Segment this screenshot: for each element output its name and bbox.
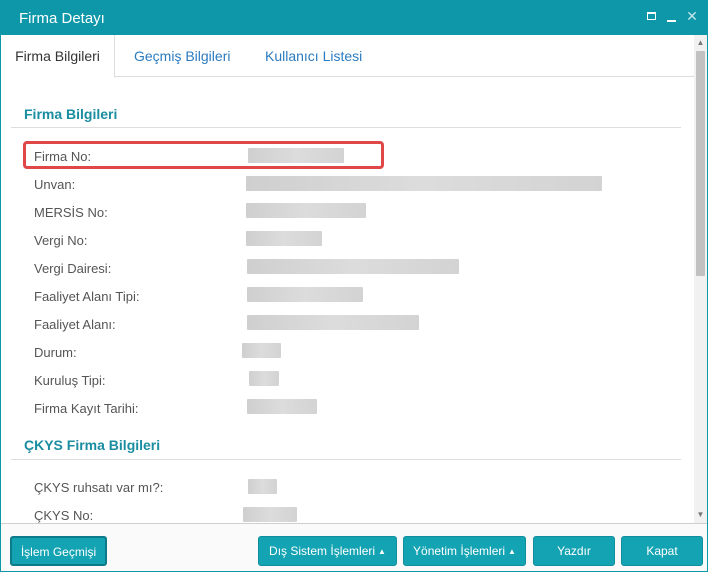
redacted-firma-kayit-tarihi xyxy=(247,399,317,414)
yazdir-button[interactable]: Yazdır xyxy=(533,536,615,566)
redacted-ckys-ruhsat xyxy=(248,479,277,494)
field-label-firma-no: Firma No: xyxy=(34,149,92,164)
section-title-ckys: ÇKYS Firma Bilgileri xyxy=(24,437,161,453)
tab-gecmis-bilgileri[interactable]: Geçmiş Bilgileri xyxy=(134,35,230,77)
dis-sistem-islemleri-button[interactable]: Dış Sistem İşlemleri ▲ xyxy=(258,536,397,566)
redacted-ckys-no xyxy=(243,507,297,522)
redacted-vergi-dairesi xyxy=(247,259,459,274)
field-label-unvan: Unvan: xyxy=(34,177,76,192)
scroll-up-arrow-icon[interactable]: ▲ xyxy=(696,37,705,49)
redacted-faaliyet-alani-tipi xyxy=(247,287,363,302)
caret-up-icon: ▲ xyxy=(378,547,386,556)
window-title: Firma Detayı xyxy=(19,10,105,27)
tab-firma-bilgileri[interactable]: Firma Bilgileri xyxy=(1,35,115,78)
dialog-footer: İşlem Geçmişi Dış Sistem İşlemleri ▲ Yöne… xyxy=(1,523,707,571)
field-label-mersis-no: MERSİS No: xyxy=(34,205,108,220)
caret-up-icon: ▲ xyxy=(508,547,516,556)
field-label-durum: Durum: xyxy=(34,345,77,360)
field-label-faaliyet-alani-tipi: Faaliyet Alanı Tipi: xyxy=(34,289,140,304)
scroll-down-arrow-icon[interactable]: ▼ xyxy=(696,509,705,521)
field-label-ckys-no: ÇKYS No: xyxy=(34,508,94,523)
scroll-thumb[interactable] xyxy=(696,51,705,276)
redacted-vergi-no xyxy=(246,231,322,246)
redacted-firma-no xyxy=(248,148,344,163)
window-titlebar[interactable]: Firma Detayı ✕ xyxy=(1,1,707,35)
maximize-icon[interactable] xyxy=(645,9,659,23)
redacted-durum xyxy=(242,343,281,358)
tab-bar: Firma Bilgileri Geçmiş Bilgileri Kullanı… xyxy=(1,35,694,78)
field-label-vergi-dairesi: Vergi Dairesi: xyxy=(34,261,112,276)
section-divider xyxy=(11,459,681,460)
tab-kullanici-listesi[interactable]: Kullanıcı Listesi xyxy=(265,35,362,77)
redacted-faaliyet-alani xyxy=(247,315,419,330)
redacted-unvan xyxy=(246,176,602,191)
section-divider xyxy=(11,127,681,128)
tab-content: Firma Bilgileri Firma No: Unvan: MERSİS … xyxy=(1,77,694,523)
minimize-icon[interactable] xyxy=(665,9,679,23)
dis-sistem-islemleri-label: Dış Sistem İşlemleri xyxy=(269,544,376,558)
field-label-kurulus-tipi: Kuruluş Tipi: xyxy=(34,373,106,388)
redacted-kurulus-tipi xyxy=(249,371,279,386)
yonetim-islemleri-button[interactable]: Yönetim İşlemleri ▲ xyxy=(403,536,526,566)
close-icon[interactable]: ✕ xyxy=(685,9,699,23)
field-label-ckys-ruhsat: ÇKYS ruhsatı var mı?: xyxy=(34,480,164,495)
field-label-vergi-no: Vergi No: xyxy=(34,233,88,248)
islem-gecmisi-button[interactable]: İşlem Geçmişi xyxy=(10,536,107,566)
field-label-faaliyet-alani: Faaliyet Alanı: xyxy=(34,317,116,332)
section-title-firma: Firma Bilgileri xyxy=(24,106,118,122)
field-label-firma-kayit-tarihi: Firma Kayıt Tarihi: xyxy=(34,401,139,416)
kapat-button[interactable]: Kapat xyxy=(621,536,703,566)
redacted-mersis-no xyxy=(246,203,366,218)
vertical-scrollbar[interactable]: ▲ ▼ xyxy=(694,35,707,523)
firma-detail-window: Firma Detayı ✕ Firma Bilgileri Geçmiş Bi… xyxy=(0,0,708,572)
yonetim-islemleri-label: Yönetim İşlemleri xyxy=(413,544,506,558)
